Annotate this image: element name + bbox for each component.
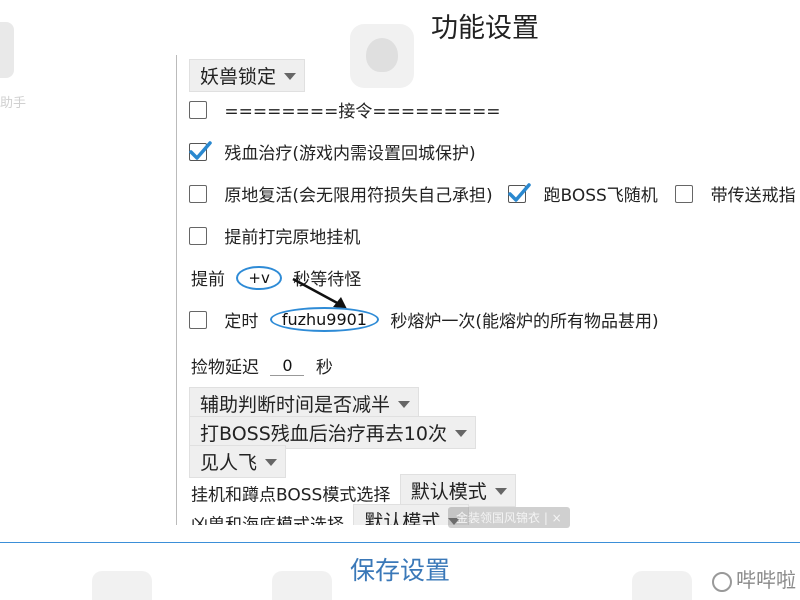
fierce-sea-mode-row: 凶兽和海底模式选择 默认模式 [191,504,470,526]
wait-seconds-input[interactable]: +v [236,265,282,290]
chevron-down-icon [398,400,411,408]
toast-notification: 金装领国风锦衣 | × [448,507,570,528]
pickup-delay-prefix: 捡物延迟 [191,358,259,378]
low-hp-heal-checkbox[interactable] [189,140,212,161]
checkmark-icon [508,182,531,202]
revive-in-place-label: 原地复活(会无限用符损失自己承担) [224,186,493,206]
boss-heal-value: 打BOSS残血后治疗再去10次 [200,423,447,445]
fierce-sea-mode-value: 默认模式 [364,511,441,525]
idle-boss-mode-row: 挂机和蹲点BOSS模式选择 默认模式 [191,474,516,507]
timed-smelt-checkbox[interactable] [189,310,207,329]
run-boss-fly-checkbox[interactable] [508,182,531,203]
fierce-sea-mode-label: 凶兽和海底模式选择 [191,516,344,526]
chevron-down-icon [454,429,467,437]
watermark-text: 哔哔啦 [736,568,796,592]
accept-quest-row: ========接令========= [189,97,501,122]
save-settings-button[interactable]: 保存设置 [0,551,800,587]
demon-lock-select[interactable]: 妖兽锁定 [189,59,306,92]
timed-smelt-suffix: 秒熔炉一次(能熔炉的所有物品甚用) [390,312,659,332]
pickup-delay-input[interactable]: 0 [270,356,305,376]
idle-boss-mode-value: 默认模式 [410,481,487,503]
idle-boss-mode-label: 挂机和蹲点BOSS模式选择 [191,485,391,506]
checkmark-icon [189,140,212,160]
demon-lock-row: 妖兽锁定 [189,59,306,92]
accept-quest-label: ========接令========= [224,102,501,122]
revive-row: 原地复活(会无限用符损失自己承担) 跑BOSS飞随机 带传送戒指 [189,181,796,206]
low-hp-heal-row: 残血治疗(游戏内需设置回城保护) [189,139,476,164]
chevron-down-icon [265,458,278,466]
revive-in-place-checkbox[interactable] [189,184,207,203]
page-title: 功能设置 [431,13,539,44]
accept-quest-checkbox[interactable] [189,100,207,119]
halve-judge-value: 辅助判断时间是否减半 [200,394,391,416]
save-bar: 保存设置 哔哔啦 [0,542,800,600]
smelt-interval-input[interactable]: fuzhu9901 [269,307,379,332]
idle-after-finish-checkbox[interactable] [189,226,207,245]
low-hp-heal-label: 残血治疗(游戏内需设置回城保护) [224,144,476,164]
watermark-logo-icon [712,571,732,592]
idle-boss-mode-select[interactable]: 默认模式 [399,474,516,507]
teleport-ring-checkbox[interactable] [675,184,694,203]
settings-panel[interactable]: 妖兽锁定 ========接令========= 残血治疗(游戏内需设置回城保护… [176,55,800,525]
chevron-down-icon [494,487,507,495]
run-boss-fly-label: 跑BOSS飞随机 [543,186,658,206]
demon-lock-value: 妖兽锁定 [200,66,277,88]
pickup-delay-suffix: 秒 [315,358,333,378]
background-app-label: 助手 [0,96,27,111]
idle-after-finish-row: 提前打完原地挂机 [189,223,360,248]
chevron-down-icon [284,72,297,80]
see-player-value: 见人飞 [200,452,258,474]
teleport-ring-label: 带传送戒指 [710,186,796,206]
timed-smelt-prefix: 定时 [224,312,259,332]
idle-after-finish-label: 提前打完原地挂机 [224,228,361,248]
wait-monster-prefix: 提前 [191,270,225,290]
watermark: 哔哔啦 [712,564,796,593]
timed-smelt-row: 定时 fuzhu9901 秒熔炉一次(能熔炉的所有物品甚用) [189,307,659,332]
settings-screen: 助手 功能设置 妖兽锁定 ========接令========= 残血治疗(游戏… [0,0,800,600]
pickup-delay-row: 捡物延迟 0 秒 [191,353,333,379]
